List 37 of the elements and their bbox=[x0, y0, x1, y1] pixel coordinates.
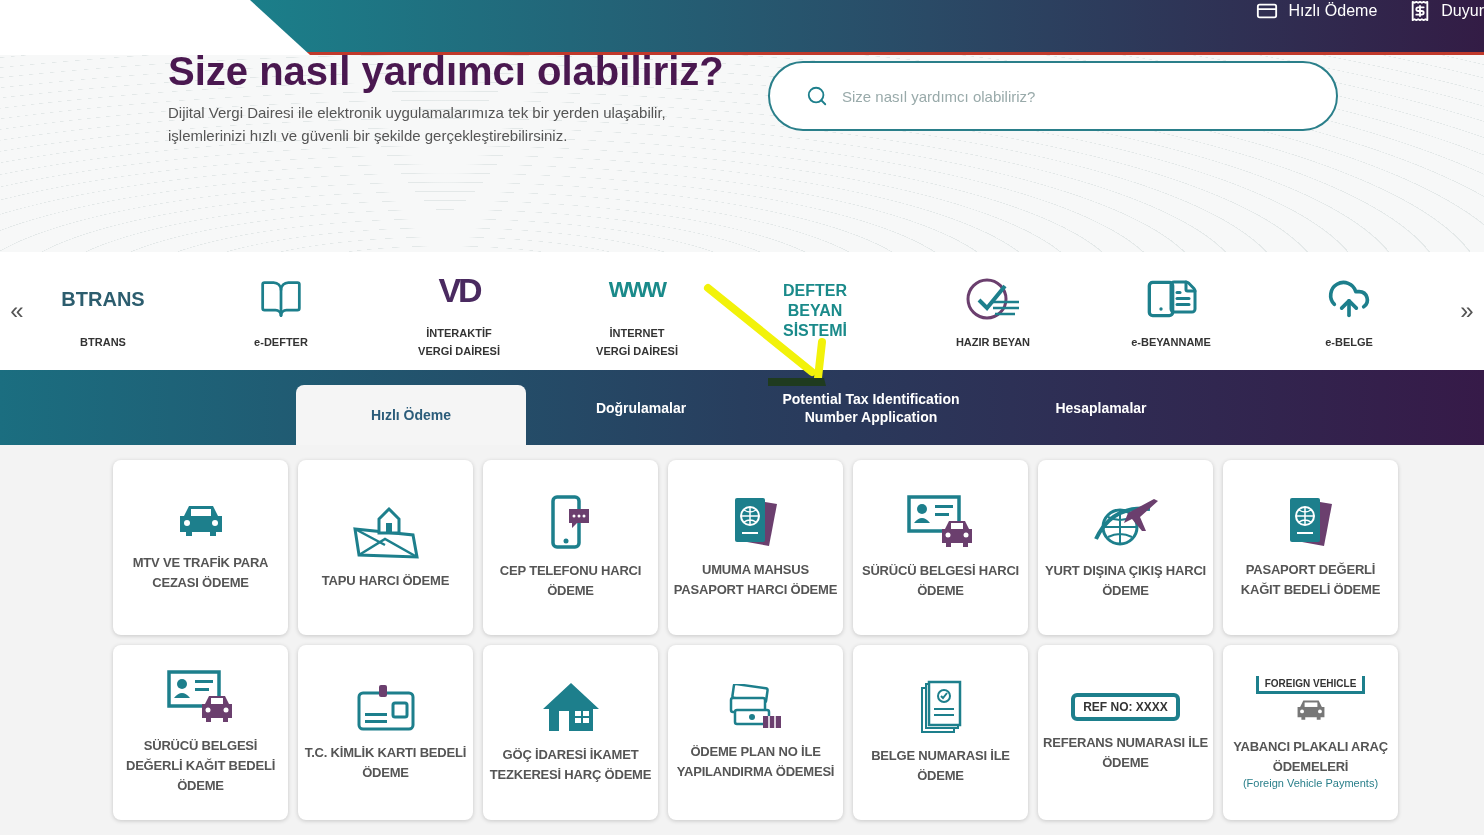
service-card[interactable]: SÜRÜCÜ BELGESİ DEĞERLİ KAĞIT BEDELİ ÖDEME bbox=[113, 645, 288, 820]
tab[interactable]: Doğrulamalar bbox=[526, 370, 756, 445]
service-card[interactable]: BELGE NUMARASI İLE ÖDEME bbox=[853, 645, 1028, 820]
service-card[interactable]: YURT DIŞINA ÇIKIŞ HARCI ÖDEME bbox=[1038, 460, 1213, 635]
app-link[interactable]: BTRANS bbox=[80, 333, 126, 351]
app-link[interactable]: e-BELGE bbox=[1325, 333, 1373, 351]
service-card[interactable]: PASAPORT DEĞERLİ KAĞIT BEDELİ ÖDEME bbox=[1223, 460, 1398, 635]
tab[interactable]: Hesaplamalar bbox=[986, 370, 1216, 445]
hero-subtitle: Dijital Vergi Dairesi ile elektronik uygulamalarımıza tek bir yerden ulaşabilir, işlemlerinizi hızlı ve güvenli bir şekilde gerçekleştirebilirsiniz. bbox=[168, 103, 667, 146]
hero-title: Size nasıl yardımcı olabiliriz? bbox=[168, 49, 720, 93]
app-link[interactable]: e-DEFTER bbox=[254, 333, 308, 351]
app-link[interactable]: HAZIR BEYAN bbox=[955, 333, 1031, 351]
service-card[interactable]: CEP TELEFONU HARCI ÖDEME bbox=[483, 460, 658, 635]
logo-text: VD bbox=[438, 270, 480, 310]
logo-text: DEFTER BEYAN SİSTEMİ bbox=[783, 281, 847, 341]
service-card[interactable]: TAPU HARCI ÖDEME bbox=[298, 460, 473, 635]
plate-tag: FOREIGN VEHICLE bbox=[1255, 676, 1366, 695]
logo-text: WWW bbox=[608, 277, 666, 303]
app-link[interactable]: e-BEYANNAME bbox=[1131, 333, 1211, 351]
header-link[interactable]: Hızlı Ödeme bbox=[1256, 0, 1378, 22]
tab[interactable]: Potential Tax Identification Number Application bbox=[756, 370, 986, 445]
service-card[interactable]: ÖDEME PLAN NO İLE YAPILANDIRMA ÖDEMESİ bbox=[668, 645, 843, 820]
service-card[interactable]: REF NO: XXXX REFERANS NUMARASI İLE ÖDEME bbox=[1038, 645, 1213, 820]
service-card[interactable]: T.C. KİMLİK KARTI BEDELİ ÖDEME bbox=[298, 645, 473, 820]
service-card[interactable]: UMUMA MAHSUS PASAPORT HARCI ÖDEME bbox=[668, 460, 843, 635]
app-link[interactable]: İNTERAKTİF VERGİ DAİRESİ bbox=[418, 324, 500, 360]
header-link[interactable]: Duyur bbox=[1409, 0, 1484, 22]
service-card[interactable]: SÜRÜCÜ BELGESİ HARCI ÖDEME bbox=[853, 460, 1028, 635]
previous-button[interactable]: « bbox=[0, 297, 34, 325]
reference-tag: REF NO: XXXX bbox=[1071, 692, 1180, 721]
app-link[interactable]: İNTERNET VERGİ DAİRESİ bbox=[596, 324, 678, 360]
service-card[interactable]: MTV VE TRAFİK PARA CEZASI ÖDEME bbox=[113, 460, 288, 635]
service-card[interactable]: FOREIGN VEHICLE YABANCI PLAKALI ARAÇ ÖDEMELERİ (Foreign Vehicle Payments) bbox=[1223, 645, 1398, 820]
tab[interactable]: Hızlı Ödeme bbox=[296, 385, 526, 445]
next-button[interactable]: » bbox=[1450, 297, 1484, 325]
service-card[interactable]: GÖÇ İDARESİ İKAMET TEZKERESİ HARÇ ÖDEME bbox=[483, 645, 658, 820]
logo-text: BTRANS bbox=[61, 287, 145, 311]
